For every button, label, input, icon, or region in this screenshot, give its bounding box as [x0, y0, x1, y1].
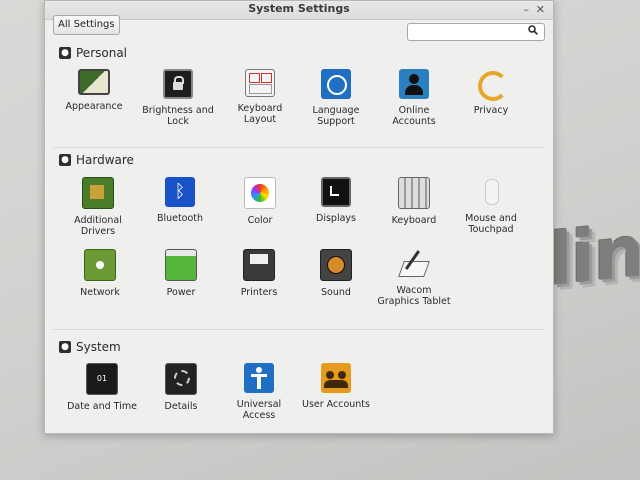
section-hardware-header: ● Hardware	[59, 152, 134, 168]
settings-item-keyboard-layout[interactable]: Keyboard Layout	[222, 69, 298, 145]
item-label: Network	[80, 287, 120, 298]
settings-item-universal-access[interactable]: Universal Access	[221, 363, 297, 439]
desktop-wallpaper-logo: linux	[548, 198, 640, 303]
section-system-header: ● System	[59, 339, 121, 355]
settings-item-additional-drivers[interactable]: Additional Drivers	[60, 177, 136, 253]
chip-icon	[82, 177, 114, 209]
battery-icon	[165, 249, 197, 281]
accessibility-icon	[244, 363, 274, 393]
details-icon	[165, 363, 197, 395]
section-label: Hardware	[76, 153, 134, 167]
settings-item-user-accounts[interactable]: User Accounts	[298, 363, 374, 439]
search-icon[interactable]	[528, 25, 538, 35]
section-divider	[53, 329, 545, 330]
item-label: Keyboard Layout	[237, 103, 283, 125]
privacy-icon	[476, 69, 508, 101]
mouse-icon	[476, 177, 506, 207]
item-label: Color	[247, 215, 273, 226]
section-label: System	[76, 340, 121, 354]
item-label: Privacy	[473, 105, 509, 116]
settings-item-date-time[interactable]: 01 Date and Time	[64, 363, 140, 439]
item-label: Sound	[321, 287, 351, 298]
settings-item-keyboard[interactable]: Keyboard	[376, 177, 452, 253]
item-label: Wacom Graphics Tablet	[377, 285, 451, 307]
settings-item-wacom-tablet[interactable]: Wacom Graphics Tablet	[376, 249, 452, 325]
globe-icon	[321, 69, 351, 99]
printer-icon	[243, 249, 275, 281]
item-label: User Accounts	[302, 399, 370, 410]
settings-item-mouse-touchpad[interactable]: Mouse and Touchpad	[453, 177, 529, 253]
item-label: Bluetooth	[156, 213, 204, 224]
section-label: Personal	[76, 46, 128, 60]
item-label: Mouse and Touchpad	[465, 213, 517, 235]
settings-item-appearance[interactable]: Appearance	[56, 69, 132, 145]
settings-item-language-support[interactable]: Language Support	[298, 69, 374, 145]
settings-item-network[interactable]: Network	[62, 249, 138, 325]
section-personal-header: ● Personal	[59, 45, 127, 61]
window-title: System Settings	[248, 2, 350, 15]
item-label: Additional Drivers	[74, 215, 122, 237]
network-icon	[84, 249, 116, 281]
display-icon	[321, 177, 351, 207]
keyboard-icon	[398, 177, 430, 209]
item-label: Details	[164, 401, 198, 412]
settings-item-brightness-lock[interactable]: Brightness and Lock	[140, 69, 216, 145]
color-icon	[244, 177, 276, 209]
settings-item-sound[interactable]: Sound	[298, 249, 374, 325]
section-divider	[53, 147, 545, 148]
minimize-icon[interactable]: –	[524, 3, 530, 17]
item-label: Universal Access	[236, 399, 282, 421]
item-label: Keyboard	[391, 215, 437, 226]
settings-item-details[interactable]: Details	[143, 363, 219, 439]
settings-item-bluetooth[interactable]: ᛒ Bluetooth	[142, 177, 218, 253]
hardware-section-icon: ●	[59, 154, 71, 166]
all-settings-button[interactable]: All Settings	[53, 15, 120, 35]
settings-item-online-accounts[interactable]: Online Accounts	[376, 69, 452, 145]
item-label: Brightness and Lock	[142, 105, 214, 127]
keyboard-layout-icon	[245, 69, 275, 97]
tablet-pen-icon	[398, 249, 430, 279]
item-label: Date and Time	[67, 401, 137, 412]
item-label: Appearance	[65, 101, 123, 112]
user-accounts-icon	[321, 363, 351, 393]
item-label: Displays	[316, 213, 356, 224]
bluetooth-icon: ᛒ	[165, 177, 195, 207]
item-label: Language Support	[312, 105, 360, 127]
calendar-icon: 01	[86, 363, 118, 395]
appearance-icon	[78, 69, 110, 95]
speaker-icon	[320, 249, 352, 281]
item-label: Printers	[240, 287, 278, 298]
close-icon[interactable]: ✕	[536, 3, 545, 17]
settings-item-printers[interactable]: Printers	[221, 249, 297, 325]
search-input[interactable]	[411, 25, 521, 38]
lock-icon	[163, 69, 193, 99]
system-settings-window: System Settings – ✕ All Settings ● Perso…	[44, 0, 554, 434]
item-label: Online Accounts	[392, 105, 436, 127]
settings-item-color[interactable]: Color	[222, 177, 298, 253]
search-box[interactable]	[407, 23, 545, 41]
settings-item-privacy[interactable]: Privacy	[453, 69, 529, 145]
settings-item-displays[interactable]: Displays	[298, 177, 374, 253]
online-accounts-icon	[399, 69, 429, 99]
title-bar[interactable]: System Settings – ✕	[45, 1, 553, 20]
settings-item-power[interactable]: Power	[143, 249, 219, 325]
personal-section-icon: ●	[59, 47, 71, 59]
system-section-icon: ●	[59, 341, 71, 353]
item-label: Power	[166, 287, 196, 298]
